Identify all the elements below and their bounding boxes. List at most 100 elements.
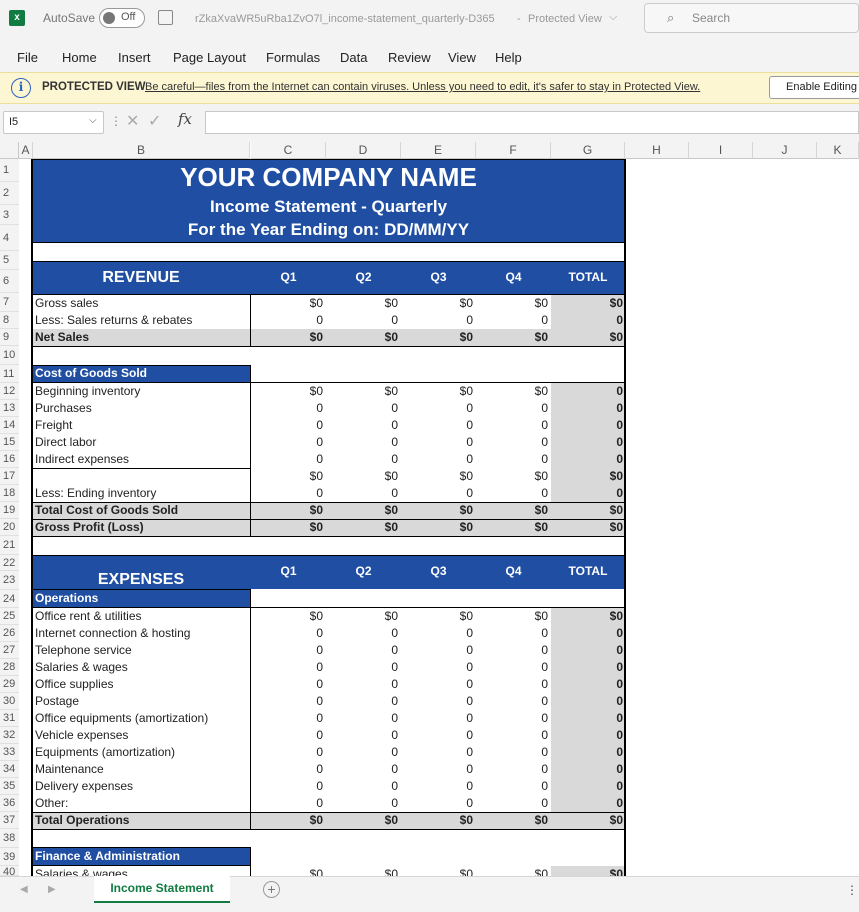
value-cell[interactable]: 0	[251, 451, 323, 468]
value-cell[interactable]: 0	[476, 761, 548, 778]
expenses-header-total[interactable]: TOTAL	[551, 563, 625, 580]
row-header[interactable]: 21	[0, 536, 19, 555]
value-cell[interactable]: 0	[251, 676, 323, 693]
row-header[interactable]: 23	[0, 571, 19, 590]
prev-sheet-icon[interactable]: ◀	[20, 884, 28, 895]
revenue-title[interactable]: REVENUE	[32, 268, 250, 288]
total-cell[interactable]: 0	[551, 383, 623, 400]
column-header-g[interactable]: G	[551, 142, 625, 159]
value-cell[interactable]: $0	[476, 812, 548, 829]
value-cell[interactable]: $0	[251, 468, 323, 485]
row-header[interactable]: 39	[0, 848, 19, 866]
value-cell[interactable]: $0	[401, 812, 473, 829]
value-cell[interactable]: 0	[476, 676, 548, 693]
row-header[interactable]: 28	[0, 659, 19, 676]
total-cell[interactable]: $0	[551, 295, 623, 312]
row-label[interactable]: Salaries & wages	[35, 659, 247, 676]
row-label[interactable]: Indirect expenses	[35, 451, 247, 468]
expenses-header-q4[interactable]: Q4	[476, 563, 551, 580]
value-cell[interactable]: $0	[476, 608, 548, 625]
menu-formulas[interactable]: Formulas	[266, 50, 320, 65]
value-cell[interactable]: 0	[326, 642, 398, 659]
value-cell[interactable]: 0	[476, 710, 548, 727]
row-header[interactable]: 31	[0, 710, 19, 727]
value-cell[interactable]: 0	[476, 625, 548, 642]
value-cell[interactable]: 0	[326, 434, 398, 451]
row-header[interactable]: 26	[0, 625, 19, 642]
value-cell[interactable]: 0	[326, 659, 398, 676]
value-cell[interactable]: 0	[476, 434, 548, 451]
value-cell[interactable]: 0	[251, 312, 323, 329]
save-icon[interactable]	[158, 10, 173, 25]
cancel-icon[interactable]: ✕	[126, 111, 139, 131]
total-cell[interactable]: $0	[551, 468, 623, 485]
row-header[interactable]: 29	[0, 676, 19, 693]
value-cell[interactable]: $0	[476, 519, 548, 536]
value-cell[interactable]: $0	[326, 519, 398, 536]
value-cell[interactable]: 0	[401, 761, 473, 778]
value-cell[interactable]: 0	[326, 625, 398, 642]
value-cell[interactable]: 0	[476, 312, 548, 329]
autosave-toggle[interactable]: Off	[99, 8, 145, 28]
expenses-header-q2[interactable]: Q2	[326, 563, 401, 580]
row-header[interactable]: 3	[0, 205, 19, 225]
value-cell[interactable]: $0	[251, 866, 323, 876]
total-cell[interactable]: 0	[551, 642, 623, 659]
row-header[interactable]: 12	[0, 383, 19, 400]
row-header[interactable]: 27	[0, 642, 19, 659]
value-cell[interactable]: 0	[326, 761, 398, 778]
value-cell[interactable]: 0	[326, 676, 398, 693]
total-cell[interactable]: 0	[551, 625, 623, 642]
row-header[interactable]: 32	[0, 727, 19, 744]
expenses-title[interactable]: EXPENSES	[32, 570, 250, 590]
row-label[interactable]: Postage	[35, 693, 247, 710]
menu-insert[interactable]: Insert	[118, 50, 151, 65]
value-cell[interactable]: $0	[401, 295, 473, 312]
value-cell[interactable]: 0	[401, 451, 473, 468]
row-label[interactable]: Office supplies	[35, 676, 247, 693]
search-box[interactable]: ⌕ Search	[644, 3, 859, 33]
value-cell[interactable]: 0	[401, 434, 473, 451]
value-cell[interactable]: 0	[401, 625, 473, 642]
row-header[interactable]: 1	[0, 159, 19, 182]
menu-file[interactable]: File	[17, 50, 38, 65]
value-cell[interactable]: 0	[251, 642, 323, 659]
total-cell[interactable]: $0	[551, 329, 623, 346]
row-label[interactable]: Less: Sales returns & rebates	[35, 312, 247, 329]
value-cell[interactable]: $0	[251, 295, 323, 312]
row-label[interactable]: Equipments (amortization)	[35, 744, 247, 761]
value-cell[interactable]: $0	[326, 295, 398, 312]
total-cell[interactable]: 0	[551, 400, 623, 417]
value-cell[interactable]: 0	[251, 727, 323, 744]
more-icon[interactable]: ⋮	[846, 883, 858, 897]
value-cell[interactable]: 0	[401, 744, 473, 761]
value-cell[interactable]: $0	[476, 866, 548, 876]
row-header[interactable]: 33	[0, 744, 19, 761]
column-header-j[interactable]: J	[753, 142, 817, 159]
view-mode[interactable]: Protected View	[528, 11, 602, 27]
value-cell[interactable]: 0	[401, 727, 473, 744]
value-cell[interactable]: 0	[326, 417, 398, 434]
total-cell[interactable]: $0	[551, 866, 623, 876]
enter-icon[interactable]: ✓	[148, 111, 161, 131]
total-cell[interactable]: 0	[551, 778, 623, 795]
value-cell[interactable]: 0	[251, 693, 323, 710]
total-cell[interactable]: $0	[551, 812, 623, 829]
value-cell[interactable]: 0	[251, 795, 323, 812]
company-name[interactable]: YOUR COMPANY NAME	[32, 160, 625, 194]
value-cell[interactable]: $0	[251, 519, 323, 536]
value-cell[interactable]: 0	[476, 451, 548, 468]
menu-data[interactable]: Data	[340, 50, 367, 65]
total-cell[interactable]: $0	[551, 519, 623, 536]
row-label[interactable]: Gross sales	[35, 295, 247, 312]
value-cell[interactable]: $0	[401, 383, 473, 400]
function-icon[interactable]: fx	[178, 110, 192, 128]
enable-editing-button[interactable]: Enable Editing	[769, 76, 859, 99]
row-header[interactable]: 22	[0, 555, 19, 571]
value-cell[interactable]: $0	[476, 329, 548, 346]
row-header[interactable]: 19	[0, 502, 19, 519]
row-header[interactable]: 20	[0, 519, 19, 536]
column-header-a[interactable]: A	[19, 142, 33, 159]
row-label[interactable]: Maintenance	[35, 761, 247, 778]
row-header[interactable]: 15	[0, 434, 19, 451]
